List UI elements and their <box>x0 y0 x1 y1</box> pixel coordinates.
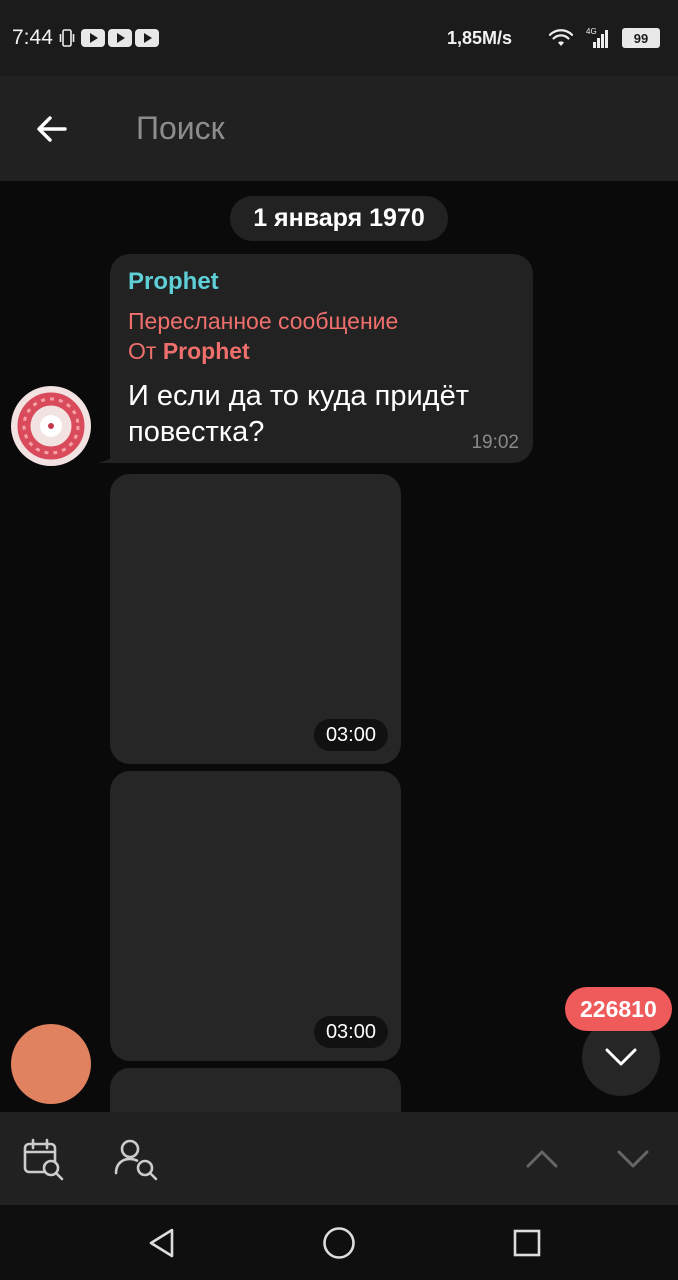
search-input[interactable] <box>136 110 616 147</box>
nav-recents-button[interactable] <box>487 1205 567 1280</box>
vibrate-icon <box>59 29 75 47</box>
nav-back-button[interactable] <box>122 1205 202 1280</box>
message-text: И если да то куда придёт повестка? <box>128 380 469 448</box>
search-by-member-button[interactable] <box>96 1112 176 1205</box>
from-name: Prophet <box>162 338 250 364</box>
navigation-bar <box>0 1205 678 1280</box>
bubble-tail <box>98 447 118 463</box>
search-header <box>0 76 678 181</box>
search-by-date-button[interactable] <box>4 1112 84 1205</box>
circle-home-icon <box>323 1226 355 1259</box>
calendar-search-icon <box>23 1138 64 1180</box>
search-toolbar <box>0 1112 678 1205</box>
from-prefix: От <box>128 338 157 364</box>
arrow-left-icon <box>37 115 67 142</box>
network-speed: 1,85M/s <box>446 27 512 48</box>
chevron-up-icon <box>526 1150 558 1167</box>
forwarded-from: От Prophet <box>128 336 515 366</box>
network-type: 4G <box>586 27 597 36</box>
wifi-icon <box>548 29 574 46</box>
video-message[interactable]: 03:00 <box>110 771 401 1061</box>
chevron-down-icon <box>605 1048 637 1066</box>
date-separator: 1 января 1970 <box>230 196 448 241</box>
chevron-down-icon <box>617 1150 649 1167</box>
status-time: 7:44 <box>12 26 53 49</box>
avatar[interactable] <box>11 386 91 466</box>
youtube-notification-icon <box>107 29 132 47</box>
battery-indicator: 99 <box>622 28 660 48</box>
sender-name[interactable]: Prophet <box>128 268 515 296</box>
video-duration: 03:00 <box>313 719 388 751</box>
user-search-icon <box>114 1139 158 1180</box>
message-bubble[interactable]: Prophet Пересланное сообщение От Prophet… <box>110 254 533 463</box>
chat-area[interactable]: 1 января 1970 Prophet Пересланное сообще… <box>0 181 678 1112</box>
video-message[interactable] <box>110 1068 401 1112</box>
previous-result-button[interactable] <box>502 1112 582 1205</box>
signal-icon: 4G <box>586 27 608 48</box>
nav-home-button[interactable] <box>299 1205 379 1280</box>
message-time: 19:02 <box>471 432 519 453</box>
next-result-button[interactable] <box>593 1112 673 1205</box>
back-button[interactable] <box>0 76 104 181</box>
forwarded-label: Пересланное сообщение <box>128 308 399 334</box>
square-recents-icon <box>513 1229 541 1256</box>
youtube-notification-icon <box>80 29 105 47</box>
screen: 7:44 1,85M/s 4G 99 Поиск 1 января 1970 P… <box>0 0 678 1280</box>
avatar[interactable] <box>11 1024 91 1104</box>
youtube-notification-icon <box>134 29 159 47</box>
avatar-image <box>11 386 91 466</box>
video-duration: 03:00 <box>313 1016 388 1048</box>
unread-count-badge[interactable]: 226810 <box>565 987 672 1031</box>
triangle-back-icon <box>149 1228 174 1257</box>
forwarded-header[interactable]: Пересланное сообщение От Prophet <box>128 306 515 366</box>
status-bar: 7:44 1,85M/s 4G 99 <box>0 0 678 76</box>
video-message[interactable]: 03:00 <box>110 474 401 764</box>
